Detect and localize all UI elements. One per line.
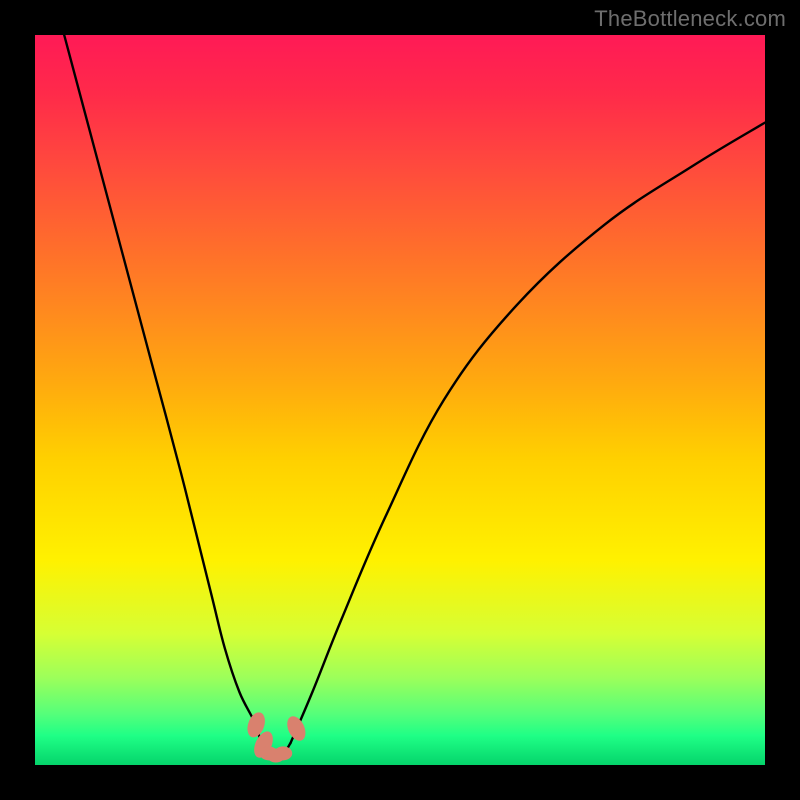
- bead-group: [244, 710, 309, 763]
- plot-area: [35, 35, 765, 765]
- bead-right-top: [284, 713, 309, 743]
- marker-layer: [35, 35, 765, 765]
- attribution-watermark: TheBottleneck.com: [594, 6, 786, 32]
- chart-frame: TheBottleneck.com: [0, 0, 800, 800]
- bead-mid-3: [274, 746, 292, 760]
